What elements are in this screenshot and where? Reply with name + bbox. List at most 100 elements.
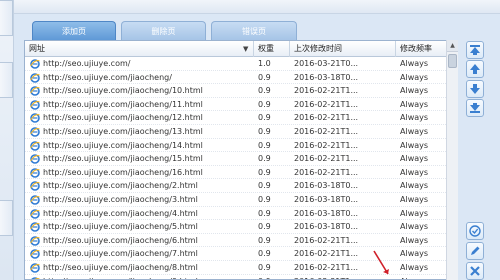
left-dock-tab[interactable]	[0, 200, 13, 236]
cell-weight: 0.9	[258, 86, 271, 96]
move-to-bottom-button[interactable]	[466, 99, 484, 117]
top-toolbar-strip	[14, 0, 500, 14]
cell-weight: 0.9	[258, 195, 271, 204]
cell-lastmod: 2016-03-18T0...	[294, 72, 359, 82]
sitemap-table-panel: 网址 ▼ 权重 上次修改时间 修改频率 http://seo.ujiuye.co…	[24, 40, 457, 280]
move-down-icon	[470, 84, 480, 94]
ie-page-icon	[30, 222, 40, 232]
table-row[interactable]: http://seo.ujiuye.com/jiaocheng/0.9 2016-…	[25, 71, 456, 85]
table-row[interactable]: http://seo.ujiuye.com/jiaocheng/15.html 0…	[25, 152, 456, 166]
cell-weight: 0.9	[258, 113, 271, 123]
scroll-up-icon[interactable]: ▲	[447, 40, 458, 52]
move-up-button[interactable]	[466, 60, 484, 78]
table-row[interactable]: http://seo.ujiuye.com/jiaocheng/4.html 0.…	[25, 207, 456, 221]
table-row[interactable]: http://seo.ujiuye.com/jiaocheng/6.html 0.…	[25, 234, 456, 248]
cell-weight: 0.9	[258, 99, 271, 109]
cell-weight: 0.9	[258, 167, 271, 177]
tab-add-page[interactable]: 添加页	[32, 21, 116, 41]
table-row[interactable]: http://seo.ujiuye.com/jiaocheng/12.html 0…	[25, 111, 456, 125]
cell-url: http://seo.ujiuye.com/jiaocheng/15.html	[43, 154, 203, 164]
cell-weight: 0.9	[258, 208, 271, 218]
column-header-weight-label: 权重	[258, 44, 274, 53]
left-dock-strip	[0, 0, 14, 280]
column-header-lastmod[interactable]: 上次修改时间	[290, 41, 396, 57]
edit-button[interactable]	[466, 242, 484, 260]
left-dock-tab[interactable]	[0, 0, 13, 36]
cell-url: http://seo.ujiuye.com/jiaocheng/16.html	[43, 167, 203, 177]
left-dock-tab[interactable]	[0, 62, 13, 98]
ie-page-icon	[30, 86, 40, 96]
sort-desc-icon[interactable]: ▼	[243, 41, 248, 57]
cell-weight: 0.9	[258, 181, 271, 191]
table-body: http://seo.ujiuye.com/1.0 2016-03-21T0...…	[25, 57, 456, 279]
cell-weight: 1.0	[258, 59, 271, 68]
cell-weight: 0.9	[258, 72, 271, 82]
confirm-button[interactable]	[466, 222, 484, 240]
column-header-url-label: 网址	[29, 44, 45, 53]
ie-page-icon	[30, 276, 40, 279]
table-header: 网址 ▼ 权重 上次修改时间 修改频率	[25, 41, 456, 57]
cell-lastmod: 2016-03-21T0...	[294, 59, 359, 68]
column-header-weight[interactable]: 权重	[254, 41, 290, 57]
move-down-button[interactable]	[466, 80, 484, 98]
cell-url: http://seo.ujiuye.com/	[43, 59, 131, 68]
delete-button[interactable]	[466, 262, 484, 280]
cell-lastmod: 2016-03-18T0...	[294, 208, 359, 218]
cell-lastmod: 2016-02-21T1...	[294, 86, 359, 96]
table-row[interactable]: http://seo.ujiuye.com/1.0 2016-03-21T0...…	[25, 57, 456, 71]
delete-icon	[470, 266, 480, 276]
cell-url: http://seo.ujiuye.com/jiaocheng/14.html	[43, 140, 203, 150]
cell-url: http://seo.ujiuye.com/jiaocheng/7.html	[43, 249, 198, 259]
tab-error-page[interactable]: 错误页	[211, 21, 297, 41]
ie-page-icon	[30, 208, 40, 219]
cell-lastmod: 2016-02-21T1...	[294, 99, 359, 109]
edit-icon	[471, 246, 480, 255]
table-row[interactable]: http://seo.ujiuye.com/jiaocheng/11.html 0…	[25, 98, 456, 112]
cell-lastmod: 2016-03-18T0...	[294, 181, 359, 191]
cell-weight: 0.9	[258, 249, 271, 259]
table-row[interactable]: http://seo.ujiuye.com/jiaocheng/2.html 0.…	[25, 179, 456, 193]
red-arrow-pointer-icon	[373, 250, 389, 275]
move-up-icon	[470, 64, 480, 74]
ie-page-icon	[30, 140, 40, 151]
cell-lastmod: 2016-03-18T0...	[294, 222, 359, 232]
tab-delete-page[interactable]: 删除页	[121, 21, 206, 41]
move-to-top-icon	[470, 45, 480, 55]
vertical-scrollbar[interactable]: ▲	[446, 40, 458, 280]
table-row[interactable]: http://seo.ujiuye.com/jiaocheng/5.html 0.…	[25, 220, 456, 234]
cell-weight: 0.9	[258, 140, 271, 150]
table-row[interactable]: http://seo.ujiuye.com/jiaocheng/16.html 0…	[25, 166, 456, 180]
cell-url: http://seo.ujiuye.com/jiaocheng/5.html	[43, 222, 198, 232]
cell-url: http://seo.ujiuye.com/jiaocheng/6.html	[43, 235, 198, 245]
cell-lastmod: 2016-02-21T1...	[294, 113, 359, 123]
table-row[interactable]: http://seo.ujiuye.com/jiaocheng/10.html 0…	[25, 84, 456, 98]
cell-weight: 0.9	[258, 263, 271, 272]
cell-url: http://seo.ujiuye.com/jiaocheng/12.html	[43, 113, 203, 123]
cell-url: http://seo.ujiuye.com/jiaocheng/11.html	[43, 99, 203, 109]
ie-page-icon	[30, 59, 40, 69]
cell-url: http://seo.ujiuye.com/jiaocheng/10.html	[43, 86, 203, 96]
cell-url: http://seo.ujiuye.com/jiaocheng/8.html	[43, 263, 198, 272]
scrollbar-thumb[interactable]	[448, 54, 457, 68]
cell-weight: 0.9	[258, 127, 271, 136]
ie-page-icon	[30, 249, 40, 260]
cell-lastmod: 2016-02-21T1...	[294, 167, 359, 177]
move-to-top-button[interactable]	[466, 41, 484, 59]
table-row[interactable]: http://seo.ujiuye.com/jiaocheng/3.html 0.…	[25, 193, 456, 207]
ie-page-icon	[30, 154, 40, 164]
column-header-url[interactable]: 网址	[25, 41, 254, 57]
cell-lastmod: 2016-02-21T1...	[294, 235, 359, 245]
table-row[interactable]: http://seo.ujiuye.com/jiaocheng/14.html 0…	[25, 139, 456, 153]
cell-lastmod: 2016-02-21T1...	[294, 154, 359, 164]
cell-url: http://seo.ujiuye.com/jiaocheng/3.html	[43, 195, 198, 204]
ie-page-icon	[30, 181, 40, 192]
cell-lastmod: 2016-03-18T0...	[294, 195, 359, 204]
ie-page-icon	[30, 113, 40, 124]
confirm-icon	[469, 225, 481, 237]
table-row[interactable]: http://seo.ujiuye.com/jiaocheng/13.html 0…	[25, 125, 456, 139]
cell-url: http://seo.ujiuye.com/jiaocheng/9.html	[43, 275, 249, 279]
move-to-bottom-icon	[470, 103, 480, 113]
ie-page-icon	[30, 235, 40, 246]
ie-page-icon	[30, 99, 40, 110]
cell-weight: 0.9	[258, 222, 271, 232]
